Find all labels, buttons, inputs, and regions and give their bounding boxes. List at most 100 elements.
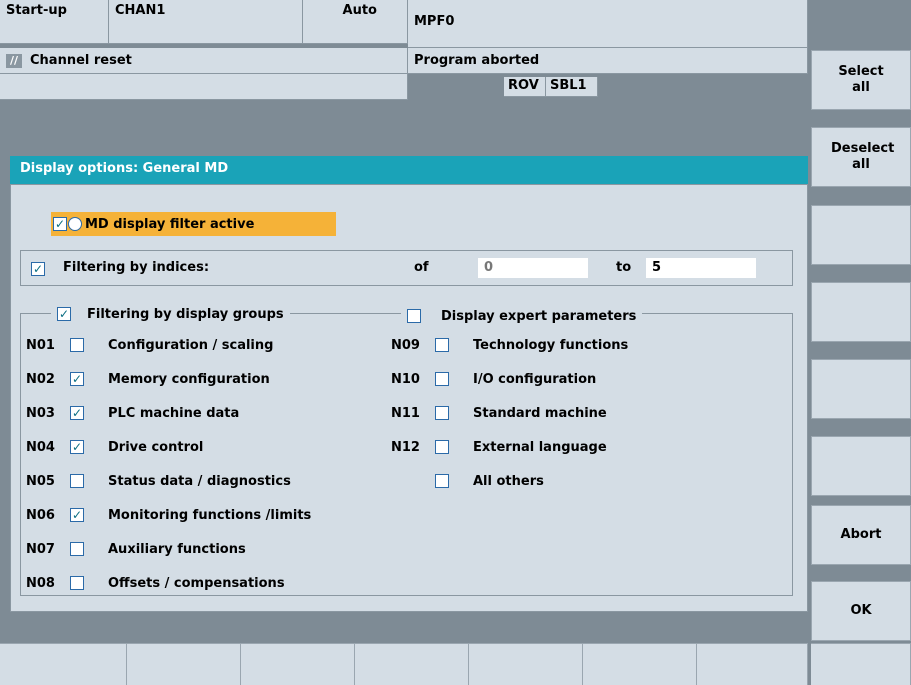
channel-status: // Channel reset — [0, 48, 408, 74]
group-row[interactable]: N08 Offsets / compensations — [26, 573, 285, 593]
group-checkbox[interactable] — [70, 338, 84, 352]
to-label: to — [616, 260, 632, 275]
group-row[interactable]: All others — [391, 471, 544, 491]
expert-params-checkbox[interactable] — [407, 309, 421, 323]
group-code: N04 — [26, 439, 55, 455]
display-groups-header: ✓ Filtering by display groups — [51, 304, 290, 324]
group-row[interactable]: N01 Configuration / scaling — [26, 335, 273, 355]
dialog-title-text: Display options: General MD — [20, 161, 229, 176]
group-row[interactable]: N05 Status data / diagnostics — [26, 471, 291, 491]
group-label: Monitoring functions /limits — [108, 507, 312, 523]
group-code: N07 — [26, 541, 55, 557]
softkey-horizontal-6[interactable] — [583, 643, 697, 685]
abort-label: Abort — [840, 527, 882, 542]
md-filter-checkbox[interactable]: ✓ — [53, 217, 67, 231]
group-row[interactable]: N11 Standard machine — [391, 403, 607, 423]
group-row[interactable]: N10 I/O configuration — [391, 369, 596, 389]
softkey-vertical-6[interactable] — [811, 436, 911, 496]
softkey-horizontal-4[interactable] — [355, 643, 469, 685]
expert-params-header: Display expert parameters — [401, 306, 643, 326]
mode-label: Auto — [303, 0, 408, 44]
group-row[interactable]: N12 External language — [391, 437, 607, 457]
deselect-all-button[interactable]: Deselect all — [811, 127, 911, 187]
focus-ring-icon — [68, 217, 82, 231]
deselect-all-label: Deselect all — [831, 141, 895, 172]
group-code: N03 — [26, 405, 55, 421]
channel-reset-icon: // — [6, 53, 22, 68]
softkey-horizontal-8[interactable] — [811, 643, 911, 685]
group-checkbox[interactable] — [435, 338, 449, 352]
group-checkbox[interactable] — [70, 542, 84, 556]
group-checkbox[interactable]: ✓ — [70, 440, 84, 454]
group-label: Memory configuration — [108, 371, 270, 387]
group-checkbox[interactable]: ✓ — [70, 372, 84, 386]
sbl-indicator: SBL1 — [546, 77, 598, 97]
dialog-body: ✓ MD display filter active ✓ Filtering b… — [10, 184, 808, 612]
group-code: N08 — [26, 575, 55, 591]
group-checkbox[interactable]: ✓ — [70, 508, 84, 522]
softkey-horizontal-5[interactable] — [469, 643, 583, 685]
group-label: PLC machine data — [108, 405, 240, 421]
softkey-horizontal-7[interactable] — [697, 643, 808, 685]
group-code: N02 — [26, 371, 55, 387]
group-label: Offsets / compensations — [108, 575, 285, 591]
horizontal-softkey-bar — [0, 643, 911, 685]
group-checkbox[interactable]: ✓ — [70, 406, 84, 420]
filter-groups-checkbox[interactable]: ✓ — [57, 307, 71, 321]
group-label: Standard machine — [473, 405, 607, 421]
group-row[interactable]: N06 ✓ Monitoring functions /limits — [26, 505, 311, 525]
softkey-vertical-3[interactable] — [811, 205, 911, 265]
group-row[interactable]: N04 ✓ Drive control — [26, 437, 203, 457]
softkey-horizontal-3[interactable] — [241, 643, 355, 685]
ok-label: OK — [850, 603, 872, 618]
group-label: Configuration / scaling — [108, 337, 274, 353]
group-checkbox[interactable] — [70, 576, 84, 590]
group-label: Auxiliary functions — [108, 541, 246, 557]
area-label: Start-up — [0, 0, 109, 44]
md-filter-label: MD display filter active — [85, 216, 255, 232]
select-all-button[interactable]: Select all — [811, 50, 911, 110]
softkey-horizontal-2[interactable] — [127, 643, 241, 685]
channel-label: CHAN1 — [109, 0, 303, 44]
group-row[interactable]: N09 Technology functions — [391, 335, 628, 355]
filter-indices-checkbox[interactable]: ✓ — [31, 262, 45, 276]
group-label: All others — [473, 473, 544, 489]
select-all-label: Select all — [838, 64, 884, 95]
group-row[interactable]: N07 Auxiliary functions — [26, 539, 246, 559]
channel-text: CHAN1 — [115, 3, 166, 18]
of-label: of — [414, 260, 429, 275]
group-label: I/O configuration — [473, 371, 597, 387]
mode-text: Auto — [342, 3, 377, 18]
group-code: N05 — [26, 473, 55, 489]
program-name: MPF0 — [408, 0, 808, 48]
group-code: N06 — [26, 507, 55, 523]
group-row[interactable]: N02 ✓ Memory configuration — [26, 369, 270, 389]
group-checkbox[interactable] — [435, 406, 449, 420]
group-label: Status data / diagnostics — [108, 473, 291, 489]
status-area: ROV SBL1 — [408, 74, 808, 100]
ok-button[interactable]: OK — [811, 581, 911, 641]
filter-groups-label: Filtering by display groups — [87, 306, 284, 322]
md-filter-active-row[interactable]: ✓ MD display filter active — [51, 212, 336, 236]
index-from-input[interactable]: 0 — [478, 258, 588, 278]
softkey-horizontal-1[interactable] — [0, 643, 127, 685]
softkey-vertical-4[interactable] — [811, 282, 911, 342]
index-to-input[interactable]: 5 — [646, 258, 756, 278]
group-checkbox[interactable] — [435, 440, 449, 454]
abort-button[interactable]: Abort — [811, 505, 911, 565]
group-label: Technology functions — [473, 337, 629, 353]
dialog-title: Display options: General MD — [10, 156, 808, 184]
group-checkbox[interactable] — [70, 474, 84, 488]
group-checkbox[interactable] — [435, 474, 449, 488]
group-label: External language — [473, 439, 607, 455]
program-text: MPF0 — [414, 14, 455, 29]
softkey-vertical-5[interactable] — [811, 359, 911, 419]
alarm-line — [0, 74, 408, 100]
area-text: Start-up — [6, 3, 67, 18]
group-label: Drive control — [108, 439, 204, 455]
program-status-text: Program aborted — [414, 53, 540, 68]
group-row[interactable]: N03 ✓ PLC machine data — [26, 403, 239, 423]
indices-group: ✓ Filtering by indices: of 0 to 5 — [20, 250, 793, 286]
group-checkbox[interactable] — [435, 372, 449, 386]
channel-status-text: Channel reset — [30, 53, 132, 68]
